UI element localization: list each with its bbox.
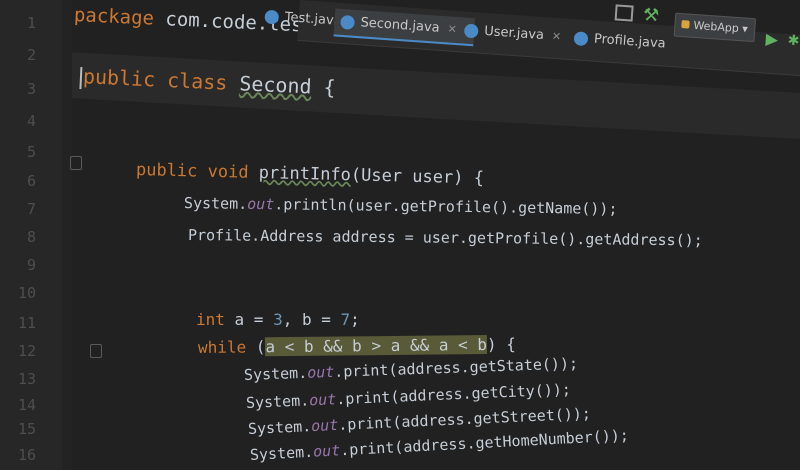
- selected-expression: a < b && b > a && a < b: [265, 334, 488, 357]
- code-text: a =: [224, 310, 274, 329]
- line-number: 15: [17, 420, 36, 438]
- line-number: 7: [26, 200, 36, 218]
- fold-toggle-icon[interactable]: [70, 156, 82, 170]
- line-number: 11: [17, 314, 36, 332]
- line-number: 2: [26, 46, 36, 64]
- keyword: int: [196, 310, 225, 329]
- run-config-label: WebApp: [692, 18, 740, 36]
- code-line-address: Profile.Address address = user.getProfil…: [188, 226, 703, 249]
- java-file-icon: [264, 9, 280, 25]
- line-number: 5: [26, 143, 36, 161]
- code-text: System.: [249, 442, 314, 464]
- code-line-while: while (a < b && b > a && a < b) {: [198, 335, 516, 357]
- keyword: while: [197, 337, 247, 357]
- run-icon[interactable]: ▶: [765, 29, 779, 49]
- line-number: 6: [26, 172, 36, 190]
- code-text: ) {: [486, 334, 516, 354]
- code-text: Profile.Address address = user.getProfil…: [187, 226, 703, 250]
- close-icon[interactable]: ✕: [447, 22, 457, 36]
- line-number-gutter: 1 2 3 4 5 6 7 8 9 10 11 12 13 14 15 16: [0, 0, 62, 470]
- code-text: .print(address.getCity());: [335, 380, 572, 409]
- line-number: 9: [26, 256, 36, 274]
- config-icon: [681, 20, 690, 29]
- code-text: ;: [350, 310, 360, 329]
- number-literal: 3: [273, 310, 283, 329]
- code-text: System.: [243, 363, 308, 384]
- gutter-separator: [62, 0, 72, 470]
- code-line-method-decl: public void printInfo(User user) {: [136, 160, 484, 188]
- line-number: 3: [26, 80, 36, 98]
- tab-label: Second.java: [360, 15, 441, 36]
- class-name: Second: [238, 71, 313, 99]
- line-number: 14: [17, 396, 36, 414]
- close-icon[interactable]: ✕: [551, 30, 561, 44]
- tab-second-java[interactable]: Second.java ✕: [333, 8, 476, 47]
- field-out: out: [306, 362, 335, 382]
- line-number: 4: [26, 112, 36, 130]
- line-number: 12: [17, 342, 36, 360]
- java-file-icon: [573, 31, 589, 47]
- java-file-icon: [463, 23, 479, 39]
- method-name: printInfo: [258, 163, 352, 186]
- code-text: .print(address.getState());: [333, 354, 579, 381]
- code-line-int-decl: int a = 3, b = 7;: [196, 310, 360, 329]
- line-number: 16: [17, 446, 36, 464]
- code-text: System.: [247, 417, 312, 438]
- field-out: out: [312, 441, 341, 461]
- code-text: , b =: [282, 310, 341, 329]
- line-number: 10: [17, 284, 36, 302]
- ide-editor: 1 2 3 4 5 6 7 8 9 10 11 12 13 14 15 16 p…: [0, 0, 800, 470]
- run-configuration-select[interactable]: WebApp ▾: [673, 12, 756, 43]
- field-out: out: [247, 194, 275, 214]
- build-hammer-icon[interactable]: ⚒: [642, 4, 660, 26]
- code-text: .println(user.getProfile().getName());: [274, 195, 618, 219]
- window-icon[interactable]: [614, 4, 634, 22]
- code-text: {: [311, 74, 337, 100]
- field-out: out: [308, 390, 337, 410]
- tab-label: User.java: [483, 23, 545, 44]
- code-line-println: System.out.println(user.getProfile().get…: [184, 194, 618, 218]
- tab-user-java[interactable]: User.java ✕: [457, 17, 580, 51]
- java-file-icon: [340, 14, 356, 30]
- code-text: (: [246, 337, 266, 357]
- code-text: System.: [245, 391, 310, 412]
- code-text: System.: [183, 194, 248, 213]
- debug-icon[interactable]: ✱: [787, 33, 800, 50]
- number-literal: 7: [340, 310, 351, 329]
- fold-toggle-icon[interactable]: [90, 344, 102, 358]
- field-out: out: [310, 415, 339, 436]
- line-number: 8: [26, 228, 36, 246]
- line-number: 13: [17, 370, 36, 388]
- keyword: public void: [135, 160, 249, 183]
- keyword: package: [73, 4, 155, 30]
- code-line-print-state: System.out.print(address.getState());: [244, 354, 579, 384]
- line-number: 1: [26, 14, 36, 32]
- code-text: (User user) {: [350, 165, 485, 189]
